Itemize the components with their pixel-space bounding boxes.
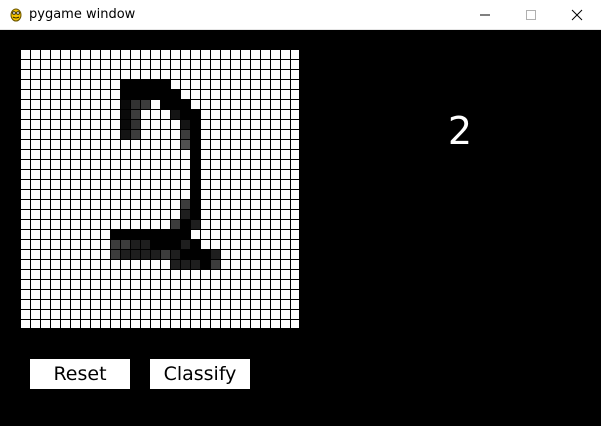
painted-pixel[interactable] xyxy=(180,199,190,209)
painted-pixel[interactable] xyxy=(160,239,170,249)
painted-pixel[interactable] xyxy=(170,109,180,119)
painted-pixel[interactable] xyxy=(160,99,170,109)
painted-pixel[interactable] xyxy=(150,79,160,89)
painted-pixel[interactable] xyxy=(140,239,150,249)
painted-pixel[interactable] xyxy=(120,229,130,239)
painted-pixel[interactable] xyxy=(190,139,200,149)
painted-pixel[interactable] xyxy=(140,89,150,99)
painted-pixel[interactable] xyxy=(170,239,180,249)
window-title: pygame window xyxy=(29,7,136,22)
painted-pixel[interactable] xyxy=(190,219,200,229)
painted-pixel[interactable] xyxy=(110,229,120,239)
painted-pixel[interactable] xyxy=(110,249,120,259)
painted-pixel[interactable] xyxy=(170,89,180,99)
prediction-label: 2 xyxy=(447,109,473,153)
painted-pixel[interactable] xyxy=(170,219,180,229)
painted-pixel[interactable] xyxy=(180,229,190,239)
painted-pixel[interactable] xyxy=(180,139,190,149)
painted-pixel[interactable] xyxy=(160,229,170,239)
close-icon xyxy=(571,9,583,20)
painted-pixel[interactable] xyxy=(140,99,150,109)
minimize-button[interactable] xyxy=(462,0,508,29)
window-titlebar[interactable]: pygame window xyxy=(0,0,601,30)
painted-pixel[interactable] xyxy=(120,129,130,139)
painted-pixel[interactable] xyxy=(180,259,190,269)
painted-pixel[interactable] xyxy=(170,229,180,239)
close-button[interactable] xyxy=(554,0,600,29)
painted-pixel[interactable] xyxy=(120,79,130,89)
painted-pixel[interactable] xyxy=(190,159,200,169)
painted-pixel[interactable] xyxy=(180,119,190,129)
painted-pixel[interactable] xyxy=(190,199,200,209)
painted-pixel[interactable] xyxy=(180,239,190,249)
reset-button[interactable]: Reset xyxy=(30,359,130,389)
painted-pixel[interactable] xyxy=(180,209,190,219)
painted-pixel[interactable] xyxy=(130,239,140,249)
painted-pixel[interactable] xyxy=(140,249,150,259)
painted-pixel[interactable] xyxy=(130,89,140,99)
painted-pixel[interactable] xyxy=(160,79,170,89)
painted-pixel[interactable] xyxy=(170,249,180,259)
minimize-icon xyxy=(480,14,490,15)
painted-pixel[interactable] xyxy=(210,249,220,259)
drawing-canvas[interactable] xyxy=(20,49,300,329)
painted-pixel[interactable] xyxy=(130,129,140,139)
painted-pixel[interactable] xyxy=(130,229,140,239)
painted-pixel[interactable] xyxy=(170,99,180,109)
painted-pixel[interactable] xyxy=(130,119,140,129)
painted-pixel[interactable] xyxy=(180,249,190,259)
painted-pixel[interactable] xyxy=(120,119,130,129)
painted-pixel[interactable] xyxy=(160,89,170,99)
painted-pixel[interactable] xyxy=(180,129,190,139)
painted-pixel[interactable] xyxy=(140,79,150,89)
painted-pixel[interactable] xyxy=(190,239,200,249)
painted-pixel[interactable] xyxy=(190,149,200,159)
painted-pixel[interactable] xyxy=(190,259,200,269)
painted-pixel[interactable] xyxy=(190,109,200,119)
painted-pixel[interactable] xyxy=(150,89,160,99)
painted-pixel[interactable] xyxy=(150,229,160,239)
painted-pixel[interactable] xyxy=(120,109,130,119)
painted-pixel[interactable] xyxy=(190,119,200,129)
painted-pixel[interactable] xyxy=(190,209,200,219)
painted-pixel[interactable] xyxy=(140,229,150,239)
maximize-icon xyxy=(526,9,536,20)
painted-pixel[interactable] xyxy=(160,249,170,259)
painted-pixel[interactable] xyxy=(200,259,210,269)
painted-pixel[interactable] xyxy=(190,249,200,259)
painted-pixel[interactable] xyxy=(180,219,190,229)
painted-pixel[interactable] xyxy=(130,99,140,109)
painted-pixel[interactable] xyxy=(190,169,200,179)
painted-pixel[interactable] xyxy=(120,89,130,99)
painted-pixel[interactable] xyxy=(120,239,130,249)
maximize-button[interactable] xyxy=(508,0,554,29)
painted-pixel[interactable] xyxy=(190,189,200,199)
painted-pixel[interactable] xyxy=(180,109,190,119)
painted-pixel[interactable] xyxy=(210,259,220,269)
classify-button[interactable]: Classify xyxy=(150,359,250,389)
painted-pixel[interactable] xyxy=(130,79,140,89)
pygame-snake-icon xyxy=(8,6,24,22)
painted-pixel[interactable] xyxy=(150,249,160,259)
painted-pixel[interactable] xyxy=(120,249,130,259)
painted-pixel[interactable] xyxy=(110,239,120,249)
painted-pixel[interactable] xyxy=(200,249,210,259)
painted-pixel[interactable] xyxy=(130,249,140,259)
painted-pixel[interactable] xyxy=(180,99,190,109)
painted-pixel[interactable] xyxy=(120,99,130,109)
painted-pixel[interactable] xyxy=(130,109,140,119)
painted-pixel[interactable] xyxy=(190,179,200,189)
painted-pixel[interactable] xyxy=(150,239,160,249)
painted-pixel[interactable] xyxy=(170,259,180,269)
painted-pixel[interactable] xyxy=(190,129,200,139)
